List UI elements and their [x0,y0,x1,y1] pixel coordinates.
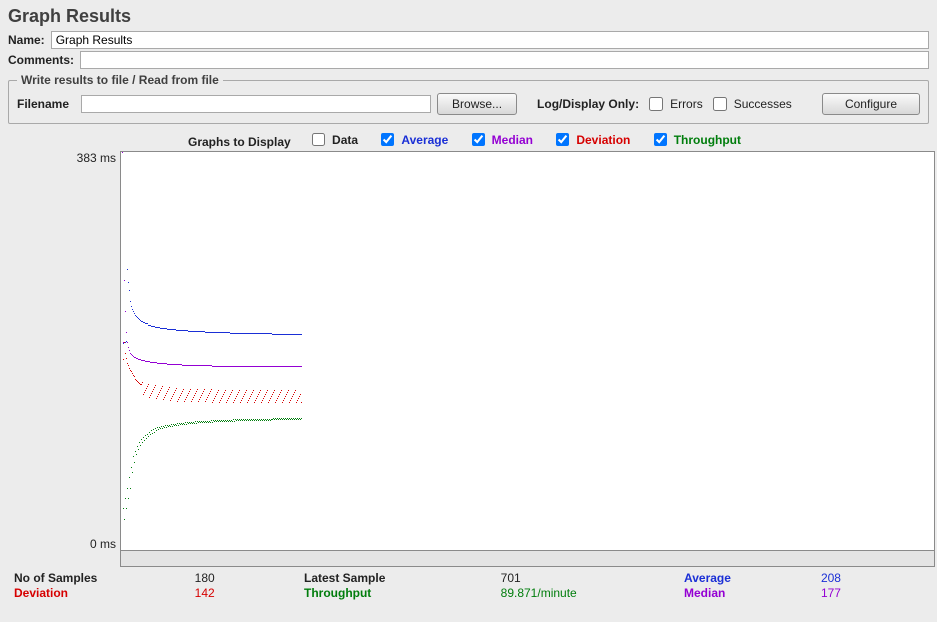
name-label: Name: [8,33,45,47]
stats-footer: No of Samples 180 Deviation 142 Latest S… [8,569,929,600]
series-data-toggle[interactable]: Data [308,130,358,149]
file-fieldset: Write results to file / Read from file F… [8,73,929,124]
logonly-label: Log/Display Only: [537,97,639,111]
stat-throughput-label: Throughput [304,586,493,600]
stat-median-value: 177 [821,586,923,600]
series-throughput-label: Throughput [674,133,741,147]
file-legend: Write results to file / Read from file [17,73,223,87]
yaxis-max-label: 383 ms [14,151,116,165]
errors-text: Errors [670,97,703,111]
series-row-label: Graphs to Display [188,135,291,149]
stat-deviation-value: 142 [195,586,304,600]
series-median-label: Median [492,133,533,147]
series-data-checkbox[interactable] [312,133,325,146]
stat-average-label: Average [684,571,813,585]
series-average-label: Average [401,133,448,147]
stat-median-label: Median [684,586,813,600]
series-throughput-checkbox[interactable] [654,133,667,146]
page-title: Graph Results [8,6,929,27]
filename-input[interactable] [81,95,431,113]
successes-checkbox[interactable] [713,97,727,111]
browse-button[interactable]: Browse... [437,93,517,115]
successes-text: Successes [734,97,792,111]
yaxis-min-label: 0 ms [14,537,116,551]
configure-button[interactable]: Configure [822,93,920,115]
chart-plot [120,151,935,551]
successes-checkbox-label[interactable]: Successes [709,94,792,114]
series-median-toggle[interactable]: Median [468,130,533,149]
filename-label: Filename [17,97,69,111]
errors-checkbox[interactable] [649,97,663,111]
comments-input[interactable] [80,51,929,69]
series-data-label: Data [332,133,358,147]
series-median-checkbox[interactable] [472,133,485,146]
comments-label: Comments: [8,53,74,67]
stat-average-value: 208 [821,571,923,585]
stat-samples-label: No of Samples [14,571,187,585]
chart-area: 383 ms 0 ms [14,151,923,567]
series-deviation-toggle[interactable]: Deviation [552,130,630,149]
name-input[interactable] [51,31,929,49]
errors-checkbox-label[interactable]: Errors [645,94,703,114]
stat-samples-value: 180 [195,571,304,585]
stat-latest-value: 701 [501,571,684,585]
stat-latest-label: Latest Sample [304,571,493,585]
series-average-checkbox[interactable] [381,133,394,146]
series-row: Graphs to Display Data Average Median De… [8,130,929,149]
series-deviation-label: Deviation [576,133,630,147]
series-average-toggle[interactable]: Average [377,130,448,149]
stat-deviation-label: Deviation [14,586,187,600]
chart-hscrollbar[interactable] [120,551,935,567]
stat-throughput-value: 89.871/minute [501,586,684,600]
series-throughput-toggle[interactable]: Throughput [650,130,741,149]
series-deviation-checkbox[interactable] [556,133,569,146]
